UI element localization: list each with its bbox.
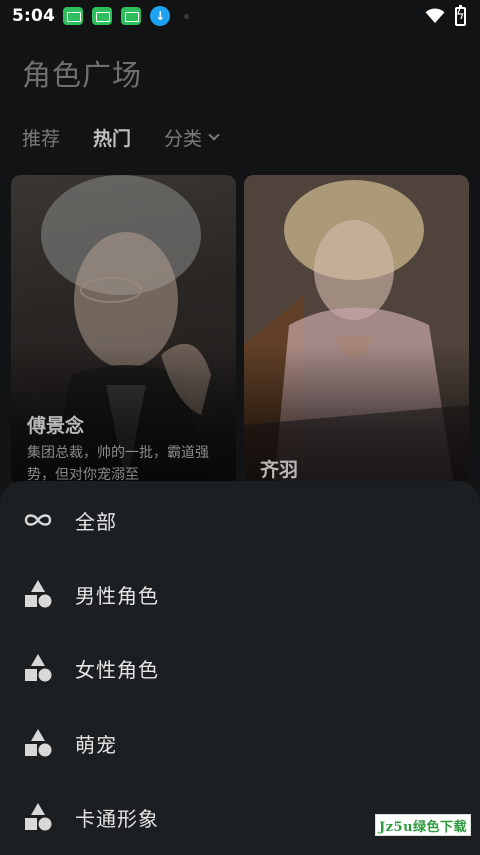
shapes-icon	[25, 580, 52, 608]
tab-category-label: 分类	[164, 128, 203, 150]
category-item-male[interactable]: 男性角色	[0, 557, 480, 631]
page-title: 角色广场	[22, 58, 143, 92]
category-sheet: 全部 男性角色 女性角色 萌宠 卡通形象	[0, 481, 480, 855]
character-name: 齐羽	[260, 459, 299, 481]
shapes-icon	[25, 654, 52, 682]
character-description: 集团总裁，帅的一批，霸道强势，但对你宠溺至	[27, 445, 209, 483]
status-time: 5:04	[12, 6, 56, 26]
watermark: Jz5u绿色下载	[375, 814, 471, 836]
notification-app-icon	[63, 7, 84, 25]
character-name: 傅景念	[27, 415, 85, 437]
tab-category[interactable]: 分类	[164, 124, 220, 151]
wifi-icon	[425, 8, 445, 23]
category-label: 女性角色	[75, 657, 159, 682]
category-label: 全部	[75, 509, 117, 534]
character-card[interactable]: 傅景念 集团总裁，帅的一批，霸道强势，但对你宠溺至	[11, 175, 236, 485]
category-label: 卡通形象	[75, 806, 159, 831]
category-item-female[interactable]: 女性角色	[0, 631, 480, 705]
tab-popular[interactable]: 热门	[93, 124, 131, 151]
battery-charging-icon	[455, 4, 466, 26]
chevron-down-icon	[208, 129, 220, 141]
shapes-icon	[25, 729, 52, 757]
infinity-icon	[24, 514, 52, 526]
dot-icon	[184, 13, 190, 19]
shapes-icon	[25, 803, 52, 831]
category-label: 男性角色	[75, 583, 159, 608]
download-icon: ↓	[150, 6, 171, 26]
tab-bar: 推荐 热门 分类	[22, 124, 251, 151]
notification-app-icon	[121, 7, 142, 25]
category-item-pets[interactable]: 萌宠	[0, 706, 480, 780]
category-label: 萌宠	[75, 732, 117, 757]
category-item-all[interactable]: 全部	[0, 483, 480, 557]
status-bar: 5:04 ↓	[0, 0, 480, 32]
character-card[interactable]: 齐羽	[244, 175, 469, 485]
tab-recommended[interactable]: 推荐	[22, 124, 60, 151]
notification-app-icon	[92, 7, 113, 25]
